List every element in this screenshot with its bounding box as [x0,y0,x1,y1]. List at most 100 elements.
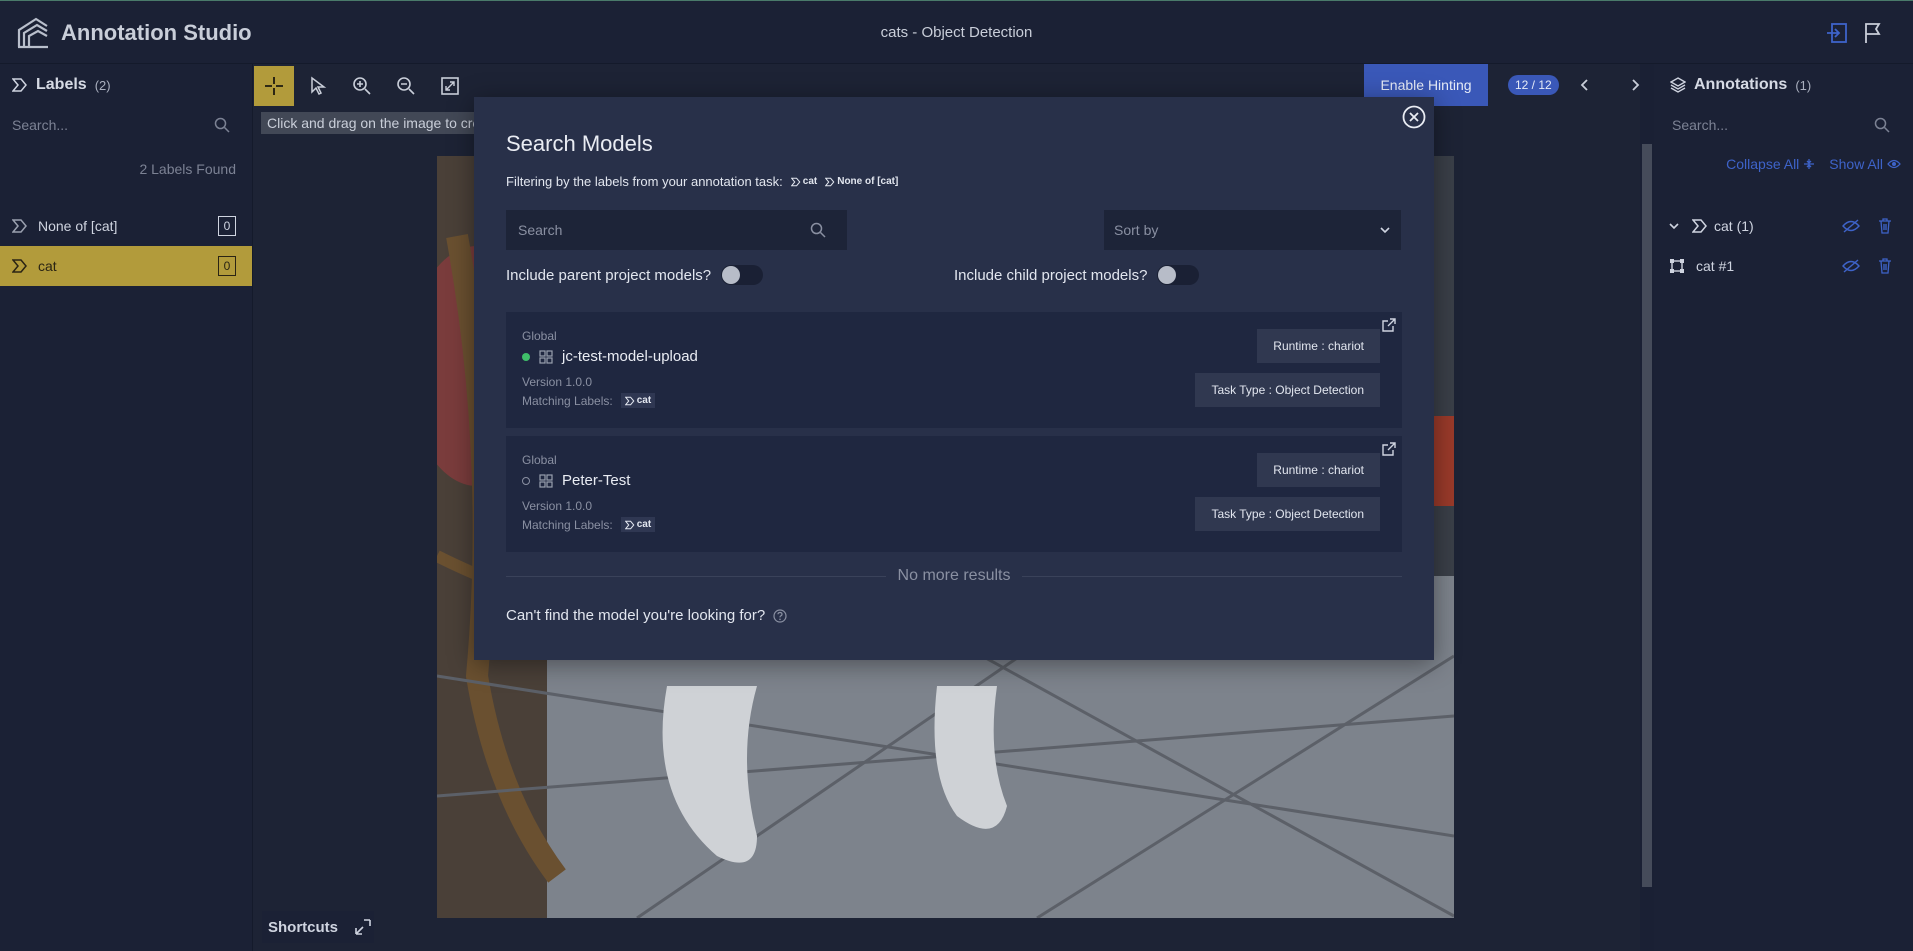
trash-icon[interactable] [1878,258,1892,274]
no-more-text: No more results [897,567,1011,584]
model-name[interactable]: jc-test-model-upload [562,348,698,365]
select-pointer-button[interactable] [298,66,338,106]
next-image-icon[interactable] [1624,74,1646,96]
label-tag-icon [12,219,28,233]
annotations-header: Annotations (1) [1670,76,1811,94]
status-dot-icon [522,476,530,485]
zoom-out-button[interactable] [386,66,426,106]
model-grid-icon [539,349,553,364]
include-parent-row: Include parent project models? [506,265,764,285]
collapse-all-label: Collapse All [1726,156,1800,172]
label-tag-icon [12,259,28,273]
image-pager: 12 / 12 [1508,75,1559,95]
hide-icon[interactable] [1842,219,1860,233]
cant-find-text: Can't find the model you're looking for? [506,607,766,624]
app-logo-icon [16,16,50,50]
filter-chip-label: cat [802,176,818,187]
app-title: Annotation Studio [61,20,252,45]
bounding-box-icon [1670,259,1684,273]
filter-description: Filtering by the labels from your annota… [506,174,898,189]
labels-found-text: 2 Labels Found [139,161,236,177]
include-parent-toggle[interactable] [721,265,764,285]
model-name[interactable]: Peter-Test [562,472,630,489]
matching-labels: Matching Labels: cat [522,517,656,532]
annotations-panel: Annotations (1) Collapse All Show All ca… [1654,64,1913,951]
runtime-badge: Runtime : chariot [1257,453,1380,487]
external-link-icon[interactable] [1382,318,1396,332]
canvas-scrollbar-thumb[interactable] [1642,144,1652,887]
collapse-all-button[interactable]: Collapse All [1726,156,1815,172]
label-name: cat [38,258,57,274]
exit-icon[interactable] [1825,21,1849,45]
model-search [506,210,847,250]
expand-icon [354,918,372,936]
runtime-badge: Runtime : chariot [1257,329,1380,363]
label-tag-icon [825,177,835,186]
label-tag-icon [1692,219,1708,233]
search-icon[interactable] [1874,117,1890,133]
search-models-modal: Search Models Filtering by the labels fr… [474,97,1434,660]
sort-by-select[interactable]: Sort by [1104,210,1401,250]
filter-chip-cat: cat [790,176,818,187]
label-tag-icon [12,78,28,92]
search-icon[interactable] [214,117,230,133]
annotation-group-label: cat (1) [1714,218,1754,234]
trash-icon[interactable] [1878,218,1892,234]
hide-icon[interactable] [1842,259,1860,273]
labels-search-input[interactable] [10,116,214,134]
show-all-button[interactable]: Show All [1829,156,1901,172]
label-tag-icon [790,177,801,186]
annotation-group-cat[interactable]: cat (1) [1654,206,1913,246]
task-type-badge: Task Type : Object Detection [1195,497,1380,531]
top-bar: Annotation Studio cats - Object Detectio… [0,0,1913,64]
include-child-label: Include child project models? [954,266,1148,284]
annotation-actions: Collapse All Show All [1726,156,1901,172]
help-icon[interactable] [773,608,787,623]
previous-image-icon[interactable] [1574,74,1596,96]
annotations-count: (1) [1795,77,1812,93]
shortcuts-button[interactable]: Shortcuts [262,911,374,943]
crosshair-tool-button[interactable] [254,66,294,106]
annotation-item-label: cat #1 [1696,258,1735,274]
matching-label-name: cat [636,395,652,406]
model-version: Version 1.0.0 [522,499,593,513]
chevron-down-icon[interactable] [1668,220,1680,232]
model-card[interactable]: Global jc-test-model-upload Version 1.0.… [506,312,1402,428]
matching-labels: Matching Labels: cat [522,393,656,408]
label-tag-icon [624,520,635,529]
model-grid-icon [539,473,553,488]
sort-by-label: Sort by [1114,222,1159,238]
model-card[interactable]: Global Peter-Test Version 1.0.0 Matching… [506,436,1402,552]
zoom-in-button[interactable] [342,66,382,106]
matching-labels-text: Matching Labels: [522,393,613,408]
document-title: cats - Object Detection [880,24,1033,41]
close-icon[interactable] [1402,105,1426,129]
no-more-results: No more results [506,567,1403,585]
model-search-input[interactable] [516,221,810,239]
annotations-search [1670,108,1896,142]
model-scope: Global [522,329,557,343]
cant-find-row: Can't find the model you're looking for? [506,607,787,624]
status-dot-icon [522,352,530,361]
labels-count: (2) [94,77,111,93]
annotations-title: Annotations [1694,76,1788,93]
annotations-search-input[interactable] [1670,116,1874,134]
label-item-cat[interactable]: cat 0 [0,246,252,286]
search-icon[interactable] [810,222,826,238]
flag-icon[interactable] [1861,21,1885,45]
include-child-toggle[interactable] [1157,265,1200,285]
annotation-item-cat-1[interactable]: cat #1 [1654,246,1913,286]
divider-line [506,575,886,577]
divider-line [1022,575,1403,577]
label-item-none-of-cat[interactable]: None of [cat] 0 [0,206,252,246]
label-name: None of [cat] [38,218,118,234]
fit-to-screen-button[interactable] [430,66,470,106]
eye-icon [1887,159,1901,169]
label-tag-icon [624,396,635,405]
matching-labels-text: Matching Labels: [522,517,613,532]
labels-panel: Labels (2) 2 Labels Found None of [cat] … [0,64,253,951]
external-link-icon[interactable] [1382,442,1396,456]
label-count-badge: 0 [218,256,236,276]
filter-chip-label: None of [cat] [837,176,899,187]
filter-text: Filtering by the labels from your annota… [506,174,783,189]
